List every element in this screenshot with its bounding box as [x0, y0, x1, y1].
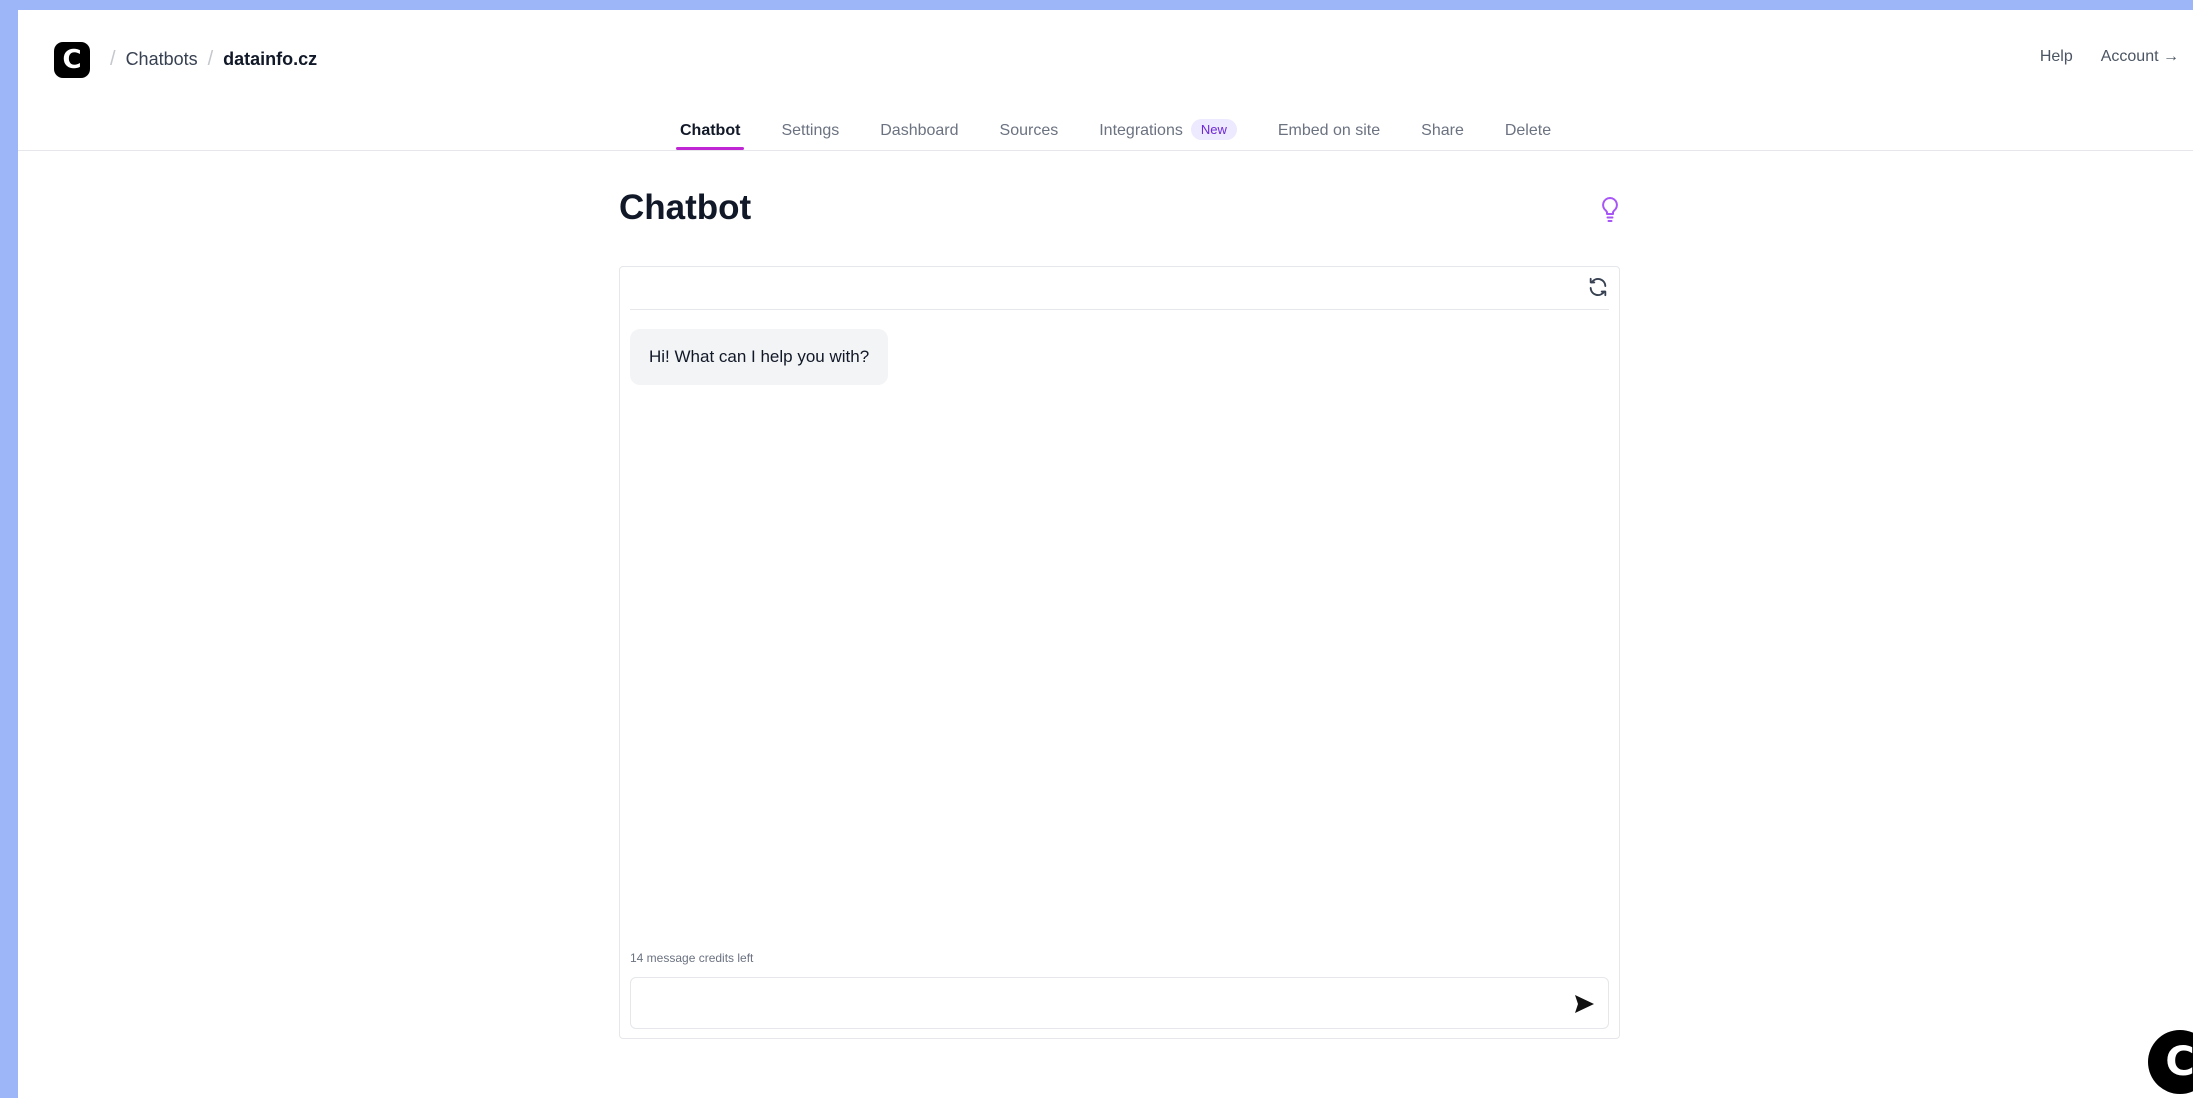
breadcrumb-separator: /: [207, 47, 214, 70]
tab-label: Share: [1421, 122, 1464, 139]
tab-delete[interactable]: Delete: [1501, 114, 1555, 150]
send-button[interactable]: [1572, 992, 1596, 1016]
lightbulb-icon[interactable]: [1599, 196, 1621, 224]
tab-sources[interactable]: Sources: [996, 114, 1063, 150]
tab-bar: Chatbot Settings Dashboard Sources Integ…: [676, 114, 1588, 150]
tab-label: Settings: [781, 122, 840, 139]
tab-chatbot[interactable]: Chatbot: [676, 114, 745, 150]
tab-share[interactable]: Share: [1417, 114, 1468, 150]
tab-label: Dashboard: [880, 122, 959, 139]
credits-remaining: 14 message credits left: [630, 951, 754, 965]
tab-label: Embed on site: [1277, 122, 1381, 139]
breadcrumb-separator: /: [110, 47, 116, 70]
new-badge: New: [1190, 119, 1237, 140]
breadcrumb-chatbots-link[interactable]: Chatbots: [126, 49, 198, 70]
chat-window: Hi! What can I help you with? 14 message…: [619, 266, 1620, 1039]
tab-label: Integrations: [1099, 122, 1183, 139]
tab-dashboard[interactable]: Dashboard: [876, 114, 962, 150]
tab-label: Chatbot: [680, 122, 741, 139]
tab-integrations[interactable]: Integrations New: [1095, 114, 1241, 150]
refresh-icon[interactable]: [1587, 276, 1609, 298]
breadcrumb-current: datainfo.cz: [223, 48, 318, 69]
breadcrumb: / Chatbots / datainfo.cz: [100, 46, 317, 72]
tab-label: Sources: [999, 122, 1059, 139]
tab-label: Delete: [1504, 122, 1552, 139]
top-navigation: C / Chatbots / datainfo.cz Help Account …: [18, 10, 2193, 151]
account-link[interactable]: Account →: [2101, 48, 2179, 66]
top-right-links: Help Account →: [2040, 48, 2179, 66]
help-link[interactable]: Help: [2040, 48, 2073, 66]
send-icon: [1575, 995, 1594, 1013]
chat-launcher-button[interactable]: C: [2148, 1030, 2193, 1094]
app-logo[interactable]: C: [54, 42, 90, 78]
message-input-wrapper: [630, 977, 1609, 1029]
bot-message: Hi! What can I help you with?: [630, 329, 889, 385]
tab-embed-on-site[interactable]: Embed on site: [1274, 114, 1384, 150]
chat-header: [630, 267, 1609, 310]
page-title: Chatbot: [619, 188, 752, 227]
message-input[interactable]: [631, 978, 1548, 1028]
app-window: C / Chatbots / datainfo.cz Help Account …: [18, 10, 2193, 1098]
tab-settings[interactable]: Settings: [777, 114, 843, 150]
